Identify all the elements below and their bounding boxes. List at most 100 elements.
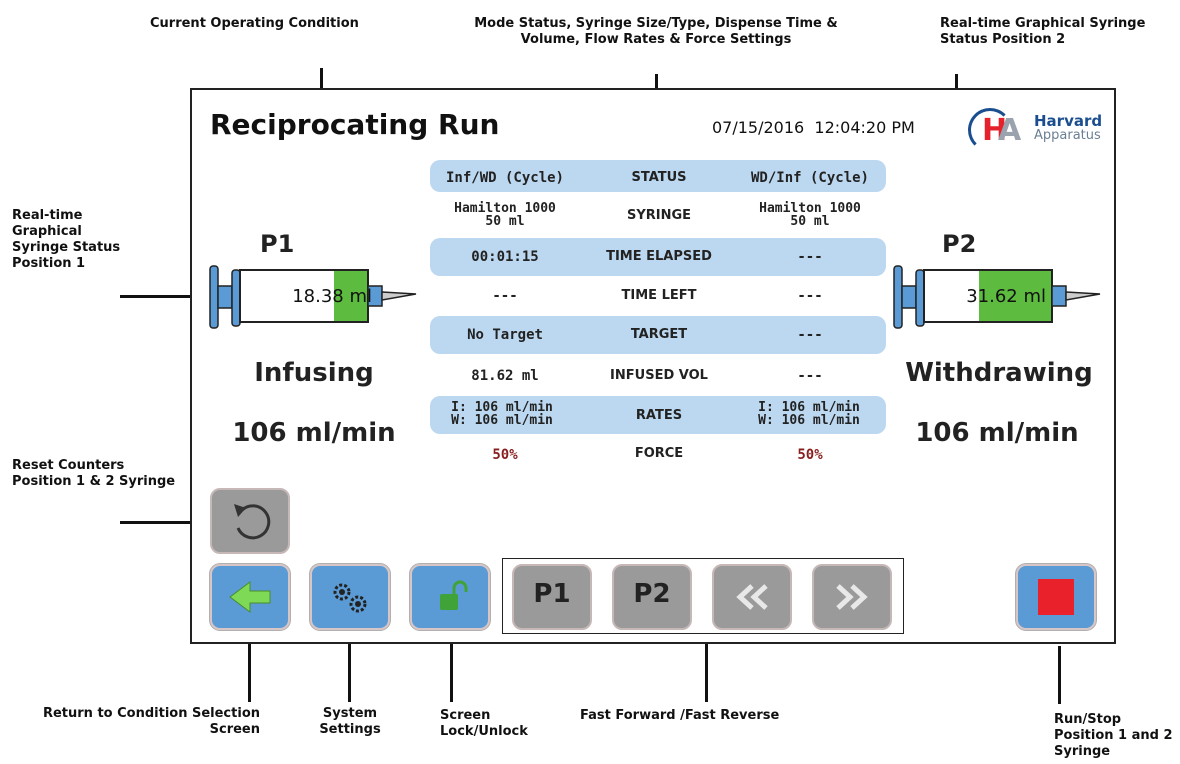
annotation-mode-status: Mode Status, Syringe Size/Type, Dispense… [458,16,854,48]
annotation-realtime-p1-line3: Syringe Status [12,240,121,255]
annotation-run: Run/Stop Position 1 and 2 Syringe [1054,712,1173,760]
annotation-mode-status-line2: Volume, Flow Rates & Force Settings [520,32,792,47]
time-left-left: --- [492,288,518,304]
rates-left: I: 106 ml/min W: 106 ml/min [424,401,580,427]
annotation-reset-line2: Position 1 & 2 Syringe [12,474,176,489]
page-title: Reciprocating Run [210,108,500,141]
syringe-p2-volume: 31.62 [966,286,1018,307]
infused-vol-label: INFUSED VOL [610,368,708,383]
unlock-icon [440,580,468,610]
annotation-realtime-p2: Real-time Graphical Syringe Status Posit… [940,16,1145,48]
target-right: --- [797,327,823,343]
annotation-realtime-p2-line1: Real-time Graphical Syringe [940,16,1146,31]
annotation-return-line1: Return to Condition Selection [42,706,260,721]
p2-button-label: P2 [633,579,671,609]
back-button[interactable] [210,564,290,630]
screen-lock-button[interactable] [410,564,490,630]
target-left: No Target [467,327,543,343]
p1-button[interactable]: P1 [512,564,592,630]
annotation-lock-line1: Screen [440,708,491,723]
fast-reverse-button[interactable] [712,564,792,630]
annotation-lock: Screen Lock/Unlock [440,708,528,740]
leader-ff [705,640,708,702]
syringe-label: SYRINGE [626,208,692,223]
annotation-return-line2: Screen [209,722,260,737]
time-left-right: --- [797,288,823,304]
annotation-ff: Fast Forward /Fast Reverse [580,708,780,723]
syringe-p1-unit: ml [349,286,372,307]
time-elapsed-label: TIME ELAPSED [606,249,712,264]
time-left-label: TIME LEFT [621,288,697,303]
syringe-p2-unit: ml [1023,286,1046,307]
rates-left-withdraw: W: 106 ml/min [451,413,553,428]
logo-letter-a: A [998,113,1022,148]
infused-vol-left: 81.62 ml [471,368,539,384]
syringe-p1-rate: 106 ml/min [232,418,396,448]
fast-forward-icon [836,584,868,610]
annotation-reset-line1: Reset Counters [12,458,125,473]
harvard-apparatus-logo: H A Harvard Apparatus [968,108,1114,152]
rates-right-withdraw: W: 106 ml/min [758,413,860,428]
time-elapsed-right: --- [797,249,823,265]
annotation-realtime-p1-line1: Real-time [12,208,83,223]
system-settings-button[interactable] [310,564,390,630]
force-right: 50% [797,447,823,463]
syringe-p1-volume: 18.38 [292,286,344,307]
logo-text-apparatus: Apparatus [1034,128,1101,143]
reset-counters-button[interactable] [210,488,290,554]
syringe-p2-state: Withdrawing [905,358,1093,388]
status-label: STATUS [631,170,687,185]
annotation-run-line2: Position 1 and 2 [1054,728,1173,743]
datetime: 07/15/2016 12:04:20 PM [712,118,915,137]
leader-lock [450,640,453,702]
annotation-realtime-p1-line2: Graphical [12,224,82,239]
status-right: WD/Inf (Cycle) [750,170,869,186]
syringe-p2-rate: 106 ml/min [915,418,1079,448]
device-screen: Reciprocating Run 07/15/2016 12:04:20 PM… [190,88,1116,644]
syringe-p2-label: P2 [942,230,977,258]
annotation-system: System Settings [312,706,388,738]
rates-right: I: 106 ml/min W: 106 ml/min [728,401,890,427]
syringe-left: Hamilton 1000 50 ml [430,202,580,228]
reset-icon [234,504,271,540]
annotation-run-line3: Syringe [1054,744,1111,759]
leader-return [248,640,251,702]
p1-button-label: P1 [533,579,571,609]
time-elapsed-left: 00:01:15 [471,249,539,265]
annotation-realtime-p2-line2: Status Position 2 [940,32,1066,47]
status-left: Inf/WD (Cycle) [445,170,564,186]
fast-forward-button[interactable] [812,564,892,630]
infused-vol-right: --- [797,368,823,384]
annotation-reset: Reset Counters Position 1 & 2 Syringe [12,458,175,490]
annotation-return: Return to Condition Selection Screen [28,706,260,738]
stop-icon [1038,579,1074,615]
syringe-p1-label: P1 [260,230,295,258]
leader-system [348,640,351,702]
force-left: 50% [492,447,518,463]
target-label: TARGET [630,327,688,342]
back-arrow-icon [229,581,271,613]
annotation-mode-status-line1: Mode Status, Syringe Size/Type, Dispense… [474,16,838,31]
syringe-right: Hamilton 1000 50 ml [732,202,888,228]
syringe-left-size: 50 ml [485,214,525,229]
run-stop-button[interactable] [1016,564,1096,630]
rates-label: RATES [635,408,683,423]
p2-button[interactable]: P2 [612,564,692,630]
time-text: 12:04:20 PM [814,118,915,137]
syringe-p2-readout: 31.62 ml [936,286,1046,307]
annotation-realtime-p1: Real-time Graphical Syringe Status Posit… [12,208,120,272]
annotation-system-line2: Settings [319,722,381,737]
annotation-system-line1: System [322,706,378,721]
annotation-run-line1: Run/Stop [1054,712,1122,727]
annotation-current-condition: Current Operating Condition [150,16,359,31]
force-label: FORCE [634,446,684,461]
rewind-icon [736,584,768,610]
syringe-p1-readout: 18.38 ml [262,286,372,307]
syringe-p1-state: Infusing [254,358,374,388]
leader-run [1058,646,1061,704]
gear-icon [333,583,367,613]
date-text: 07/15/2016 [712,118,805,137]
syringe-right-size: 50 ml [790,214,830,229]
annotation-lock-line2: Lock/Unlock [440,724,528,739]
annotation-realtime-p1-line4: Position 1 [12,256,86,271]
